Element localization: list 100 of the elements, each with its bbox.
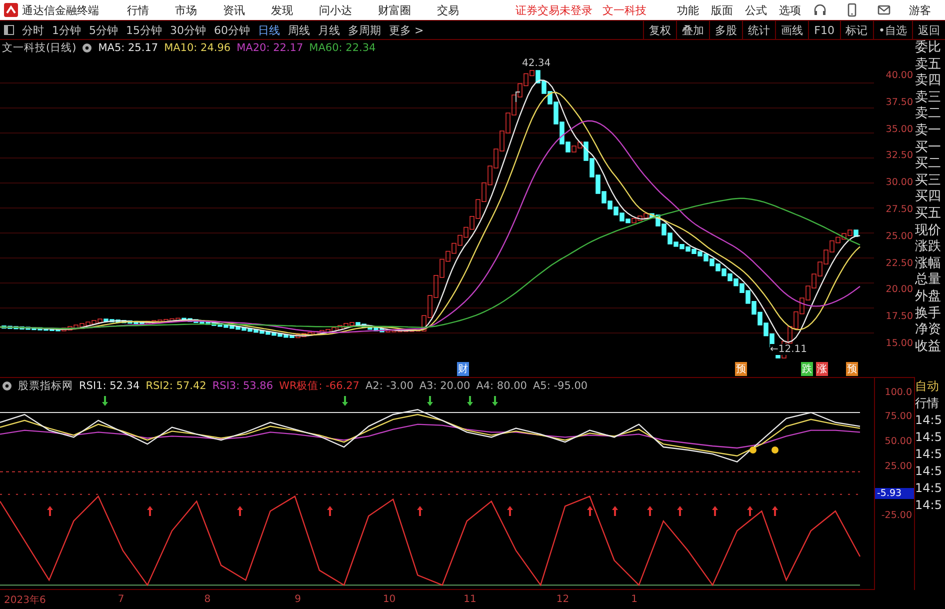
up-arrow-icon (647, 506, 653, 516)
menu-item[interactable]: 问小达 (319, 2, 352, 18)
menu-item[interactable]: 版面 (711, 2, 733, 18)
toolbar-button[interactable]: 统计 (742, 21, 776, 39)
quote-label: 买三 (915, 172, 942, 190)
menu-item[interactable]: 财富圈 (378, 2, 411, 18)
toolbar-button[interactable]: •自选 (872, 21, 912, 39)
time-axis-label: 9 (294, 594, 301, 605)
indicator-axis-label: 100.0 (884, 386, 912, 398)
period-tab[interactable]: 日线 (254, 22, 284, 38)
up-arrow-icon (677, 506, 683, 516)
user-label[interactable]: 游客 (909, 2, 931, 18)
mail-icon[interactable] (877, 3, 891, 17)
quote-label: 涨跌 (915, 239, 942, 256)
low-price-label: ←12.11 (770, 344, 808, 355)
period-tab[interactable]: 60分钟 (210, 22, 254, 38)
quote-label: 买一 (915, 140, 942, 156)
time-axis-label: 10 (382, 594, 396, 605)
auto-label[interactable]: 自动 (915, 378, 945, 395)
high-price-label: 42.34 (522, 58, 551, 69)
up-arrow-icon (47, 506, 53, 516)
up-arrow-icon (147, 506, 153, 516)
stock-name: 文一科技 (602, 2, 646, 18)
quote-label: 收益 (915, 338, 942, 356)
trade-time: 14:5 (915, 429, 943, 446)
up-arrow-icon (417, 506, 423, 516)
toolbar-button[interactable]: 多股 (709, 21, 742, 39)
quote-label: 买四 (915, 189, 942, 206)
indicator-legend-label: A4: 80.00 (476, 380, 527, 392)
down-arrow-icon (342, 396, 348, 406)
menu-item[interactable]: 发现 (271, 2, 293, 18)
quote-label: 卖五 (915, 56, 942, 73)
headset-icon[interactable] (813, 3, 827, 17)
app-logo-icon (4, 3, 18, 17)
up-arrow-icon (507, 506, 513, 516)
period-tab[interactable]: 5分钟 (85, 22, 122, 38)
time-axis-label: 8 (204, 594, 211, 605)
quote-label: 换手 (915, 306, 942, 322)
quote-label: 净资 (915, 322, 942, 339)
menu-item[interactable]: 市场 (175, 2, 197, 18)
toolbar-button[interactable]: 叠加 (676, 21, 710, 39)
menu-item[interactable]: 选项 (779, 2, 801, 18)
toolbar-button[interactable]: 返回 (912, 21, 945, 39)
ma-legend-label: MA60: 22.34 (309, 42, 376, 54)
quote-label: 卖三 (915, 90, 942, 106)
up-arrow-icon (327, 506, 333, 516)
price-axis-label: 22.50 (884, 258, 914, 269)
quote-label: 买五 (915, 206, 942, 223)
indicator-legend-label: RSI1: 52.34 (79, 380, 140, 392)
price-axis-label: 35.00 (884, 124, 914, 135)
time-axis-label: 7 (118, 594, 124, 605)
indicator-legend-label: WR极值: -66.27 (279, 379, 360, 393)
ma-legend-label: MA20: 22.17 (236, 42, 304, 54)
toolbar-button[interactable]: 画线 (775, 21, 808, 39)
price-axis-label: 32.50 (884, 150, 914, 162)
menu-item[interactable]: 公式 (745, 2, 767, 18)
quote-label: 卖一 (915, 122, 942, 140)
price-axis-label: 40.00 (884, 70, 914, 81)
period-tab[interactable]: 15分钟 (122, 22, 166, 38)
indicator-axis-label: 25.00 (884, 460, 912, 472)
phone-icon[interactable] (845, 3, 859, 17)
quote-label: 卖四 (915, 73, 942, 90)
settings-icon[interactable] (82, 43, 92, 53)
menu-item[interactable]: 交易 (437, 2, 459, 18)
period-tab[interactable]: 更多 > (385, 22, 428, 38)
current-value-label: -5.93 (875, 488, 914, 500)
price-axis-label: 17.50 (884, 311, 914, 322)
panel-toggle-icon[interactable] (4, 25, 14, 35)
period-tab[interactable]: 多周期 (344, 22, 385, 38)
app-name: 通达信金融终端 (22, 2, 99, 18)
menu-item[interactable]: 资讯 (223, 2, 245, 18)
menu-item[interactable]: 行情 (127, 2, 149, 18)
indicator-title: 股票指标网 (18, 379, 73, 393)
period-tab[interactable]: 周线 (284, 22, 314, 38)
price-axis-label: 20.00 (884, 284, 914, 296)
up-arrow-icon (587, 506, 593, 516)
trade-time: 14:5 (915, 412, 943, 429)
period-tab[interactable]: 分时 (18, 22, 48, 38)
up-arrow-icon (772, 506, 778, 516)
toolbar-button[interactable]: 复权 (643, 21, 676, 39)
time-axis-label: 1 (631, 594, 638, 605)
event-marker[interactable]: 财 (457, 362, 469, 376)
event-marker[interactable]: 涨 (816, 362, 828, 376)
settings-icon[interactable] (2, 381, 12, 391)
period-tab[interactable]: 月线 (314, 22, 344, 38)
trade-status[interactable]: 证券交易未登录 (516, 2, 592, 18)
toolbar-button[interactable]: F10 (808, 21, 840, 39)
down-arrow-icon (427, 396, 433, 406)
quote-label: 卖二 (915, 106, 942, 123)
down-arrow-icon (492, 396, 498, 406)
period-tab[interactable]: 30分钟 (166, 22, 210, 38)
high-price-pointer (516, 92, 520, 102)
price-axis-label: 27.50 (884, 204, 914, 215)
down-arrow-icon (102, 396, 108, 406)
quote-label: 委比 (915, 40, 942, 57)
menu-item[interactable]: 功能 (677, 2, 699, 18)
price-axis-label: 25.00 (884, 230, 914, 242)
up-arrow-icon (612, 506, 618, 516)
toolbar-button[interactable]: 标记 (840, 21, 872, 39)
period-tab[interactable]: 1分钟 (48, 22, 85, 38)
